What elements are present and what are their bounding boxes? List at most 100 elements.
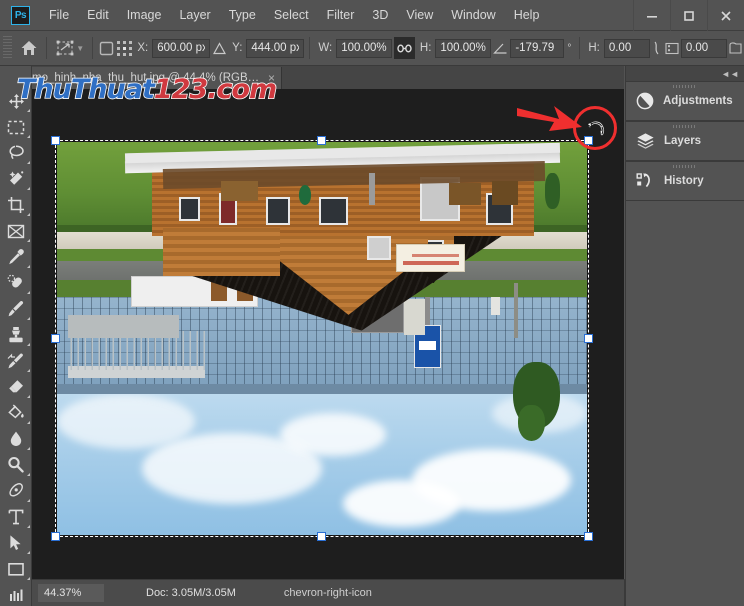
zoom-level-input[interactable]: 44.37% (38, 584, 104, 602)
divider (46, 37, 48, 59)
panel-grip[interactable] (626, 85, 744, 89)
side-wall-upper (163, 228, 280, 276)
brush-tool[interactable] (0, 296, 32, 322)
menu-edit[interactable]: Edit (78, 5, 118, 25)
panel-layers-label: Layers (664, 135, 702, 147)
patio-bench (221, 181, 259, 201)
lasso-tool[interactable] (0, 140, 32, 166)
minimize-button[interactable] (633, 0, 670, 31)
sign-post (425, 297, 431, 325)
rotation-angle-input[interactable] (510, 38, 565, 58)
patio-chair (491, 181, 519, 205)
divider (92, 37, 94, 59)
skew-v-input[interactable] (680, 38, 727, 58)
skew-v-icon (650, 33, 664, 63)
menu-layer[interactable]: Layer (170, 5, 219, 25)
height-input[interactable] (435, 38, 492, 58)
chevron-right-icon[interactable]: chevron-right-icon (284, 587, 372, 599)
tool-expand-corner-icon (27, 395, 30, 398)
y-position-input[interactable] (246, 38, 305, 58)
white-panel (404, 299, 426, 335)
crop-tool[interactable] (0, 192, 32, 218)
paint-bucket-tool[interactable] (0, 400, 32, 426)
close-icon[interactable]: × (268, 72, 275, 84)
menu-file[interactable]: File (40, 5, 78, 25)
panel-layers[interactable]: Layers (626, 121, 744, 161)
quick-selection-tool[interactable] (0, 166, 32, 192)
status-bar: 44.37% Doc: 3.05M/3.05M chevron-right-ic… (32, 579, 624, 606)
width-input[interactable] (336, 38, 393, 58)
tool-expand-corner-icon (27, 551, 30, 554)
options-bar-grip[interactable] (3, 36, 12, 60)
tool-expand-corner-icon (27, 577, 30, 580)
menu-select[interactable]: Select (265, 5, 318, 25)
sign-arrow-icon (419, 340, 436, 350)
tool-expand-corner-icon (27, 109, 30, 112)
fence-top-rail (57, 383, 587, 394)
tool-expand-corner-icon (27, 187, 30, 190)
type-tool[interactable] (0, 504, 32, 530)
window-controls (633, 0, 744, 31)
menu-view[interactable]: View (397, 5, 442, 25)
document-tab[interactable]: mo_hinh_nha_thu_hut.jpg @ 44.4% (RGB/8#)… (22, 67, 282, 89)
document-image (57, 142, 587, 535)
panel-history[interactable]: History (626, 161, 744, 201)
home-icon[interactable] (16, 33, 42, 63)
height-label: H: (419, 42, 432, 54)
more-tools-button[interactable] (0, 582, 32, 606)
panel-adjustments[interactable]: Adjustments (626, 81, 744, 121)
downspout (368, 173, 375, 205)
tool-expand-corner-icon (27, 525, 30, 528)
skew-h-input[interactable] (603, 38, 650, 58)
eyedropper-tool[interactable] (0, 244, 32, 270)
maximize-button[interactable] (670, 0, 707, 31)
document-image-wrapper[interactable] (57, 142, 587, 535)
panel-grip[interactable] (626, 125, 744, 129)
reference-point-selector[interactable] (115, 33, 134, 63)
potted-plant (544, 173, 561, 209)
menu-image[interactable]: Image (118, 5, 171, 25)
blur-tool[interactable] (0, 426, 32, 452)
eraser-tool[interactable] (0, 374, 32, 400)
degree-symbol: ° (567, 42, 572, 54)
menu-type[interactable]: Type (220, 5, 265, 25)
tool-expand-corner-icon (27, 213, 30, 216)
path-selection-tool[interactable] (0, 530, 32, 556)
document-tab-bar: » mo_hinh_nha_thu_hut.jpg @ 44.4% (RGB/8… (0, 66, 624, 89)
rectangle-tool[interactable] (0, 556, 32, 582)
panel-grip[interactable] (626, 165, 744, 169)
menu-window[interactable]: Window (442, 5, 504, 25)
pen-tool[interactable] (0, 478, 32, 504)
clone-stamp-tool[interactable] (0, 322, 32, 348)
history-brush-tool[interactable] (0, 348, 32, 374)
tool-preset-chevron-down-icon[interactable]: ▼ (76, 44, 84, 53)
skew-v-toggle-icon[interactable] (664, 33, 681, 63)
window (266, 197, 291, 225)
menu-filter[interactable]: Filter (318, 5, 364, 25)
healing-brush-tool[interactable] (0, 270, 32, 296)
panel-adjustments-label: Adjustments (663, 95, 733, 107)
free-transform-icon[interactable] (52, 33, 78, 63)
canvas-area[interactable] (32, 89, 624, 579)
banner-text-line (411, 253, 459, 258)
utility-pole (514, 283, 519, 339)
tool-expand-corner-icon (27, 317, 30, 320)
dodge-tool[interactable] (0, 452, 32, 478)
frame-tool[interactable] (0, 218, 32, 244)
link-icon[interactable] (394, 37, 415, 59)
close-button[interactable] (707, 0, 744, 31)
chevron-double-left-icon[interactable]: ◄◄ (626, 66, 744, 81)
menu-help[interactable]: Help (505, 5, 549, 25)
move-tool[interactable] (0, 88, 32, 114)
history-icon (636, 172, 655, 190)
photoshop-window: Ps File Edit Image Layer Type Select Fil… (0, 0, 744, 606)
toggle-reference-point-checkbox[interactable] (98, 33, 115, 63)
tool-expand-corner-icon (27, 447, 30, 450)
upper-window (367, 236, 391, 260)
menu-3d[interactable]: 3D (363, 5, 397, 25)
tools-panel (0, 66, 32, 606)
rectangular-marquee-tool[interactable] (0, 114, 32, 140)
x-position-input[interactable] (152, 38, 211, 58)
panel-empty-area (626, 201, 744, 561)
warp-icon[interactable] (727, 33, 744, 63)
